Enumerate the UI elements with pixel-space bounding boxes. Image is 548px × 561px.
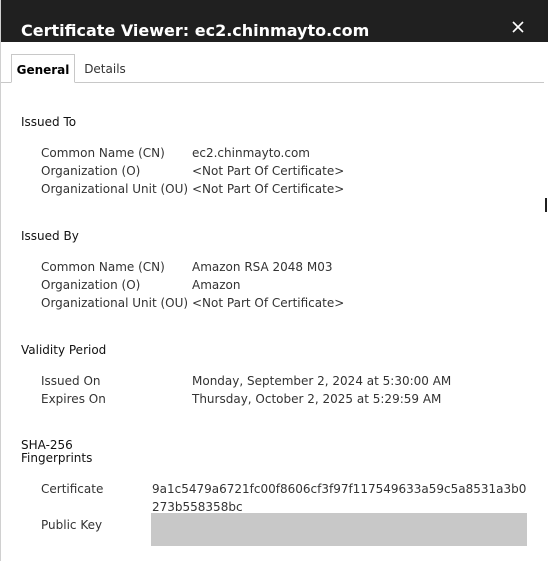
- issued-to-ou-label: Organizational Unit (OU): [41, 182, 189, 196]
- issued-by-o-label: Organization (O): [41, 278, 141, 292]
- background-edge-mark: [545, 198, 547, 212]
- public-key-fingerprint-label: Public Key: [41, 518, 103, 532]
- background-window-edge: [544, 0, 548, 561]
- tab-general[interactable]: General: [11, 54, 75, 83]
- issued-by-heading: Issued By: [21, 229, 79, 243]
- issued-to-o-label: Organization (O): [41, 164, 141, 178]
- expires-on-label: Expires On: [41, 392, 106, 406]
- certificate-fingerprint-value: 9a1c5479a6721fc00f8606cf3f97f117549633a5…: [152, 482, 527, 514]
- issued-by-ou-value: <Not Part Of Certificate>: [192, 296, 345, 310]
- issued-by-o-value: Amazon: [192, 278, 241, 292]
- issued-by-ou-label: Organizational Unit (OU): [41, 296, 189, 310]
- issued-on-label: Issued On: [41, 374, 101, 388]
- public-key-redacted-block: [151, 513, 527, 546]
- issued-to-heading: Issued To: [21, 115, 77, 129]
- issued-to-cn-value: ec2.chinmayto.com: [192, 146, 310, 160]
- dialog-titlebar: Certificate Viewer: ec2.chinmayto.com: [1, 0, 545, 42]
- dialog-title: Certificate Viewer: ec2.chinmayto.com: [21, 21, 370, 40]
- tab-strip: General Details: [1, 54, 545, 83]
- certificate-viewer-dialog: Certificate Viewer: ec2.chinmayto.com Ge…: [0, 0, 545, 561]
- validity-heading: Validity Period: [21, 343, 107, 357]
- issued-to-o-value: <Not Part Of Certificate>: [192, 164, 345, 178]
- issued-to-ou-value: <Not Part Of Certificate>: [192, 182, 345, 196]
- background-edge-dark-band: [544, 0, 548, 42]
- certificate-fingerprint-label: Certificate: [41, 482, 104, 496]
- close-icon[interactable]: [509, 18, 527, 36]
- tab-details[interactable]: Details: [81, 54, 129, 82]
- expires-on-value: Thursday, October 2, 2025 at 5:29:59 AM: [192, 392, 442, 406]
- issued-by-cn-value: Amazon RSA 2048 M03: [192, 260, 333, 274]
- fingerprints-heading-line1: SHA-256: [21, 438, 73, 452]
- issued-to-cn-label: Common Name (CN): [41, 146, 165, 160]
- fingerprints-heading-line2: Fingerprints: [21, 451, 93, 465]
- issued-by-cn-label: Common Name (CN): [41, 260, 165, 274]
- issued-on-value: Monday, September 2, 2024 at 5:30:00 AM: [192, 374, 452, 388]
